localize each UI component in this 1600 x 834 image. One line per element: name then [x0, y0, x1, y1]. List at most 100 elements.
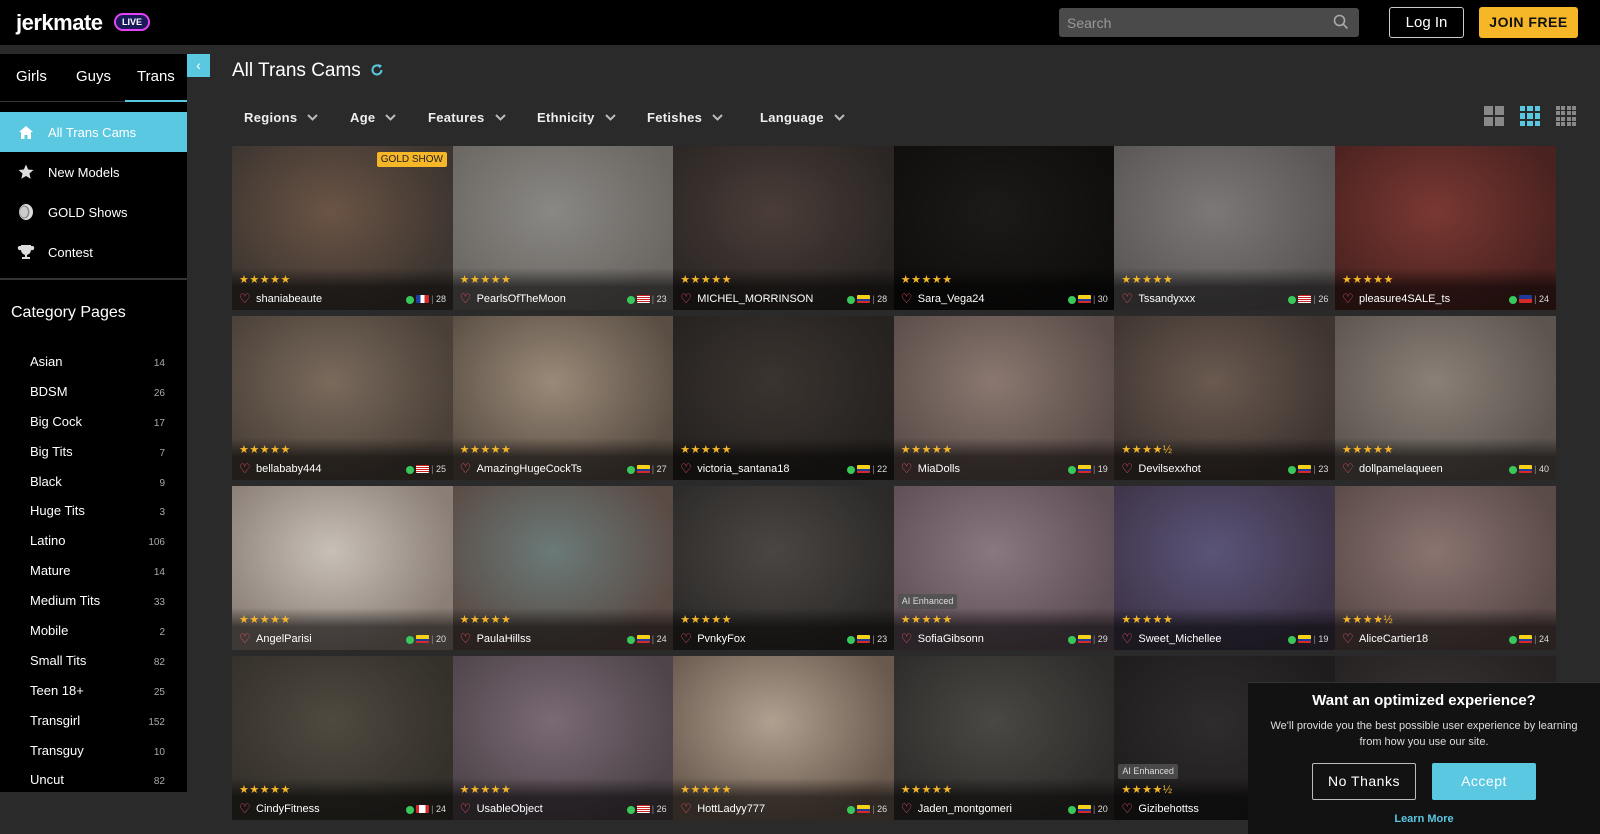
category-item[interactable]: Latino 106 — [0, 531, 187, 561]
cam-card[interactable]: ★★★★★ ♡ AngelParisi 20 — [232, 486, 453, 650]
filter-dropdown[interactable]: Age — [350, 109, 397, 125]
favorite-heart-icon[interactable]: ♡ — [680, 462, 692, 476]
category-item[interactable]: Transguy 10 — [0, 741, 187, 771]
favorite-heart-icon[interactable]: ♡ — [239, 802, 251, 816]
favorite-heart-icon[interactable]: ♡ — [460, 632, 472, 646]
model-name[interactable]: Gizibehottss — [1138, 802, 1199, 816]
model-name[interactable]: Devilsexxhot — [1138, 462, 1200, 476]
cam-card[interactable]: ★★★★★ ♡ CindyFitness 24 — [232, 656, 453, 820]
filter-dropdown[interactable]: Regions — [244, 109, 319, 125]
search-input[interactable] — [1059, 8, 1359, 37]
model-name[interactable]: AngelParisi — [256, 632, 312, 646]
cam-card[interactable]: ★★★★★ ♡ Sara_Vega24 30 — [893, 146, 1115, 310]
filter-dropdown[interactable]: Language — [760, 109, 845, 125]
model-name[interactable]: pleasure4SALE_ts — [1359, 292, 1450, 306]
cam-card[interactable]: ★★★★★ ♡ PearlsOfTheMoon 23 — [452, 146, 674, 310]
model-name[interactable]: CindyFitness — [256, 802, 320, 816]
model-name[interactable]: victoria_santana18 — [697, 462, 789, 476]
favorite-heart-icon[interactable]: ♡ — [239, 292, 251, 306]
category-item[interactable]: Transgirl 152 — [0, 711, 187, 741]
favorite-heart-icon[interactable]: ♡ — [460, 802, 472, 816]
cam-card[interactable]: ★★★★★ ♡ Jaden_montgomeri 20 — [893, 656, 1115, 820]
cam-card[interactable]: ★★★★★ ♡ bellababy444 25 — [232, 316, 453, 480]
model-name[interactable]: PearlsOfTheMoon — [477, 292, 566, 306]
favorite-heart-icon[interactable]: ♡ — [901, 802, 913, 816]
cam-card[interactable]: ★★★★★ ♡ MICHEL_MORRINSON 28 — [673, 146, 895, 310]
filter-dropdown[interactable]: Ethnicity — [537, 109, 616, 125]
no-thanks-button[interactable]: No Thanks — [1312, 763, 1416, 800]
category-item[interactable]: BDSM 26 — [0, 382, 187, 412]
search-box[interactable] — [1059, 8, 1359, 37]
cam-card[interactable]: AI Enhanced ★★★★★ ♡ SofiaGibsonn 29 — [893, 486, 1115, 650]
favorite-heart-icon[interactable]: ♡ — [680, 292, 692, 306]
refresh-icon[interactable] — [370, 61, 384, 83]
favorite-heart-icon[interactable]: ♡ — [901, 292, 913, 306]
favorite-heart-icon[interactable]: ♡ — [680, 632, 692, 646]
favorite-heart-icon[interactable]: ♡ — [460, 462, 472, 476]
favorite-heart-icon[interactable]: ♡ — [239, 462, 251, 476]
favorite-heart-icon[interactable]: ♡ — [1121, 462, 1133, 476]
category-item[interactable]: Big Cock 17 — [0, 412, 187, 442]
favorite-heart-icon[interactable]: ♡ — [239, 632, 251, 646]
cam-card[interactable]: ★★★★★ ♡ pleasure4SALE_ts 24 — [1335, 146, 1556, 310]
model-name[interactable]: MiaDolls — [918, 462, 960, 476]
collapse-sidebar-button[interactable]: ‹ — [187, 54, 210, 77]
tab-trans[interactable]: Trans — [125, 68, 187, 102]
category-item[interactable]: Asian 14 — [0, 352, 187, 382]
category-item[interactable]: Small Tits 82 — [0, 651, 187, 681]
model-name[interactable]: bellababy444 — [256, 462, 321, 476]
model-name[interactable]: PaulaHillss — [477, 632, 531, 646]
view-small-grid-icon[interactable] — [1556, 106, 1576, 126]
cam-card[interactable]: ★★★★½ ♡ Devilsexxhot 23 — [1114, 316, 1336, 480]
model-name[interactable]: AmazingHugeCockTs — [477, 462, 582, 476]
category-item[interactable]: Uncut 82 — [0, 770, 187, 800]
favorite-heart-icon[interactable]: ♡ — [1342, 632, 1354, 646]
nav-all-trans-cams[interactable]: All Trans Cams — [0, 112, 187, 152]
category-item[interactable]: Teen 18+ 25 — [0, 681, 187, 711]
favorite-heart-icon[interactable]: ♡ — [901, 632, 913, 646]
search-icon[interactable] — [1333, 14, 1349, 35]
cam-card[interactable]: ★★★★★ ♡ UsableObject 26 — [452, 656, 674, 820]
model-name[interactable]: Sara_Vega24 — [918, 292, 985, 306]
cam-card[interactable]: ★★★★★ ♡ dollpamelaqueen 40 — [1335, 316, 1556, 480]
filter-dropdown[interactable]: Features — [428, 109, 506, 125]
model-name[interactable]: Sweet_Michellee — [1138, 632, 1221, 646]
learn-more-link[interactable]: Learn More — [1248, 813, 1600, 825]
cam-card[interactable]: ★★★★½ ♡ AliceCartier18 24 — [1335, 486, 1556, 650]
cam-card[interactable]: ★★★★★ ♡ PvnkyFox 23 — [673, 486, 895, 650]
favorite-heart-icon[interactable]: ♡ — [1121, 292, 1133, 306]
category-item[interactable]: Mobile 2 — [0, 621, 187, 651]
cam-card[interactable]: ★★★★★ ♡ MiaDolls 19 — [893, 316, 1115, 480]
cam-card[interactable]: ★★★★★ ♡ victoria_santana18 22 — [673, 316, 895, 480]
cam-card[interactable]: ★★★★★ ♡ Tssandyxxx 26 — [1114, 146, 1336, 310]
tab-guys[interactable]: Guys — [76, 68, 111, 85]
cam-card[interactable]: GOLD SHOW ★★★★★ ♡ shaniabeaute 28 — [232, 146, 453, 310]
login-button[interactable]: Log In — [1389, 7, 1464, 38]
nav-gold-shows[interactable]: GOLD Shows — [0, 192, 187, 232]
model-name[interactable]: Tssandyxxx — [1138, 292, 1195, 306]
category-item[interactable]: Big Tits 7 — [0, 442, 187, 472]
model-name[interactable]: dollpamelaqueen — [1359, 462, 1443, 476]
favorite-heart-icon[interactable]: ♡ — [1121, 802, 1133, 816]
model-name[interactable]: PvnkyFox — [697, 632, 745, 646]
model-name[interactable]: Jaden_montgomeri — [918, 802, 1012, 816]
favorite-heart-icon[interactable]: ♡ — [460, 292, 472, 306]
favorite-heart-icon[interactable]: ♡ — [1342, 292, 1354, 306]
nav-contest[interactable]: Contest — [0, 232, 187, 272]
join-free-button[interactable]: JOIN FREE — [1479, 7, 1578, 38]
favorite-heart-icon[interactable]: ♡ — [1342, 462, 1354, 476]
cam-card[interactable]: ★★★★★ ♡ HottLadyy777 26 — [673, 656, 895, 820]
site-logo[interactable]: jerkmate — [16, 10, 103, 36]
filter-dropdown[interactable]: Fetishes — [647, 109, 723, 125]
view-large-grid-icon[interactable] — [1484, 106, 1504, 126]
accept-button[interactable]: Accept — [1432, 763, 1536, 800]
model-name[interactable]: shaniabeaute — [256, 292, 322, 306]
favorite-heart-icon[interactable]: ♡ — [680, 802, 692, 816]
category-item[interactable]: Mature 14 — [0, 561, 187, 591]
tab-girls[interactable]: Girls — [16, 68, 47, 85]
model-name[interactable]: UsableObject — [477, 802, 543, 816]
category-item[interactable]: Huge Tits 3 — [0, 501, 187, 531]
cam-card[interactable]: ★★★★★ ♡ Sweet_Michellee 19 — [1114, 486, 1336, 650]
nav-new-models[interactable]: New Models — [0, 152, 187, 192]
category-item[interactable]: Medium Tits 33 — [0, 591, 187, 621]
